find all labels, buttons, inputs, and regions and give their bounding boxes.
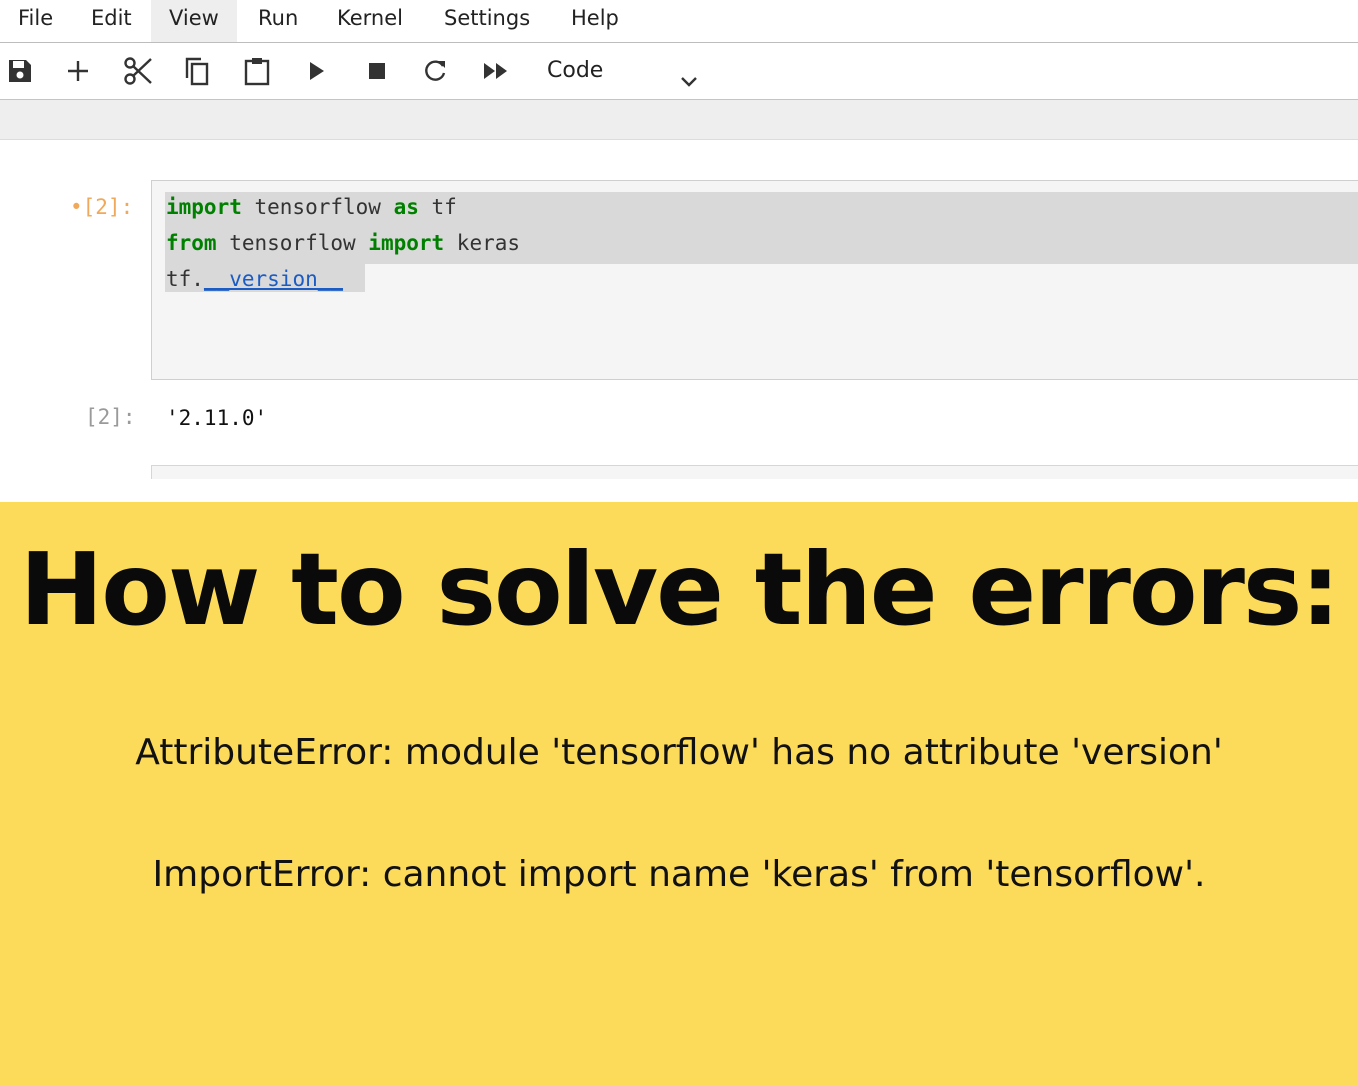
code-cell-editor[interactable]: import tensorflow as tf from tensorflow …	[151, 180, 1358, 380]
code-line-3: tf.__version__	[166, 261, 343, 297]
code-text: tf.	[166, 267, 204, 291]
restart-icon[interactable]	[418, 54, 452, 88]
code-text: keras	[444, 231, 521, 255]
run-icon[interactable]	[300, 54, 334, 88]
keyword: import	[166, 195, 242, 219]
paste-icon[interactable]	[240, 54, 274, 88]
code-text: tf	[418, 195, 457, 219]
code-text: tensorflow	[241, 195, 394, 219]
run-all-icon[interactable]	[479, 54, 513, 88]
code-line-2: from tensorflow import keras	[166, 225, 520, 261]
code-line-1: import tensorflow as tf	[166, 189, 457, 225]
input-prompt: •[2]:	[70, 195, 134, 219]
cell-output: '2.11.0'	[166, 406, 268, 430]
error-message-import: ImportError: cannot import name 'keras' …	[152, 854, 1206, 895]
stop-icon[interactable]	[360, 54, 394, 88]
next-cell-editor[interactable]	[151, 465, 1358, 479]
add-cell-icon[interactable]	[61, 54, 95, 88]
menu-edit[interactable]: Edit	[73, 0, 150, 42]
menu-view[interactable]: View	[151, 0, 237, 42]
attribute-text: __version__	[203, 267, 344, 291]
menu-run[interactable]: Run	[240, 0, 316, 42]
save-icon[interactable]	[3, 54, 37, 88]
menu-help[interactable]: Help	[553, 0, 637, 42]
copy-icon[interactable]	[180, 54, 214, 88]
menu-bar: File Edit View Run Kernel Settings Help	[0, 0, 1358, 43]
title-banner: How to solve the errors: AttributeError:…	[0, 502, 1358, 1086]
keyword: import	[368, 231, 445, 255]
error-message-attribute: AttributeError: module 'tensorflow' has …	[135, 732, 1223, 773]
menu-file[interactable]: File	[0, 0, 71, 42]
banner-headline: How to solve the errors:	[19, 531, 1341, 648]
keyword: as	[393, 195, 419, 219]
cut-icon[interactable]	[121, 54, 155, 88]
cell-type-select[interactable]: Code	[547, 51, 717, 91]
output-prompt: [2]:	[85, 405, 136, 429]
code-text: tensorflow	[216, 231, 369, 255]
menu-settings[interactable]: Settings	[426, 0, 548, 42]
cell-type-value: Code	[547, 58, 604, 83]
menu-kernel[interactable]: Kernel	[319, 0, 421, 42]
toolbar-separator-band	[0, 100, 1358, 140]
notebook-toolbar: Code	[0, 43, 1358, 100]
keyword: from	[166, 231, 217, 255]
chevron-down-icon	[679, 63, 699, 103]
